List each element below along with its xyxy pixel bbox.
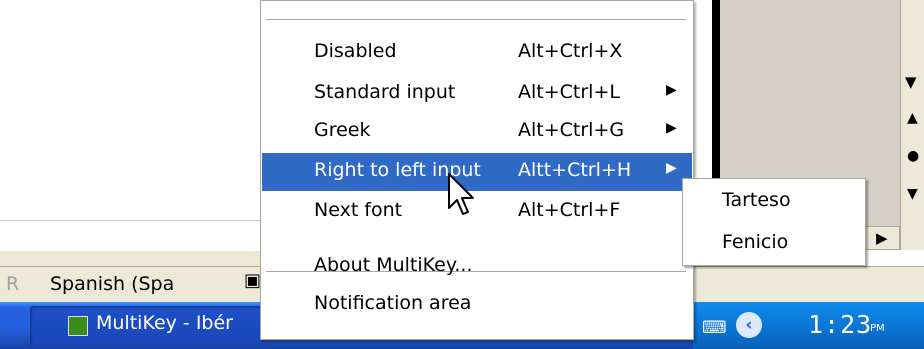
menu-item-label: Greek [314,119,371,141]
scroll-up-double-icon[interactable]: ▲ [907,110,918,126]
submenu-arrow-icon: ▶ [666,160,677,176]
scroll-right-icon[interactable]: ▶ [876,229,888,247]
menu-item-notification-area[interactable]: Notification area [262,286,692,324]
submenu-item-tarteso[interactable]: Tarteso [684,183,864,219]
submenu-arrow-icon: ▶ [666,82,677,98]
menu-item-about[interactable]: About MultiKey... [262,248,692,286]
submenu-arrow-icon: ▶ [666,120,677,136]
status-text-clipped: R [6,273,20,295]
taskbar-button-label: MultiKey - Ibér [96,312,233,334]
menu-item-standard-input[interactable]: Standard input Alt+Ctrl+L ▶ [262,75,692,113]
keyboard-tray-icon[interactable]: ⌨ [702,318,727,338]
menu-item-shortcut: Alt+Ctrl+F [518,199,621,221]
menu-item-label: Disabled [314,40,397,62]
background-toolbar [0,250,260,267]
scroll-down-icon[interactable]: ▼ [905,73,917,91]
background-window [0,0,260,250]
scroll-down-double-icon[interactable]: ▼ [907,186,918,202]
submenu-item-fenicio[interactable]: Fenicio [684,225,864,261]
menu-item-label: Notification area [314,292,472,314]
divider [0,220,260,221]
keyboard-status-icon: ▣ [244,270,262,291]
menu-item-label: Standard input [314,81,456,103]
status-language: Spanish (Spa [50,273,175,295]
submenu-item-label: Tarteso [722,189,791,211]
multikey-app-icon [68,316,88,336]
menu-item-shortcut: Altt+Ctrl+H [518,159,632,181]
submenu-item-label: Fenicio [722,231,789,253]
select-browse-object-icon[interactable]: ● [907,148,919,164]
menu-item-label: About MultiKey... [314,254,473,276]
menu-item-shortcut: Alt+Ctrl+G [518,119,625,141]
clock[interactable]: 1:23 [808,310,872,339]
mouse-cursor-icon [448,173,474,215]
show-hidden-icons-icon[interactable]: ‹ [736,312,762,338]
menu-item-greek[interactable]: Greek Alt+Ctrl+G ▶ [262,113,692,151]
menu-item-shortcut: Alt+Ctrl+X [518,40,623,62]
menu-item-label: Next font [314,199,403,221]
clock-ampm: PM [870,323,885,334]
menu-item-disabled[interactable]: Disabled Alt+Ctrl+X [262,34,692,72]
menu-item-shortcut: Alt+Ctrl+L [518,81,620,103]
menu-separator [266,19,686,20]
